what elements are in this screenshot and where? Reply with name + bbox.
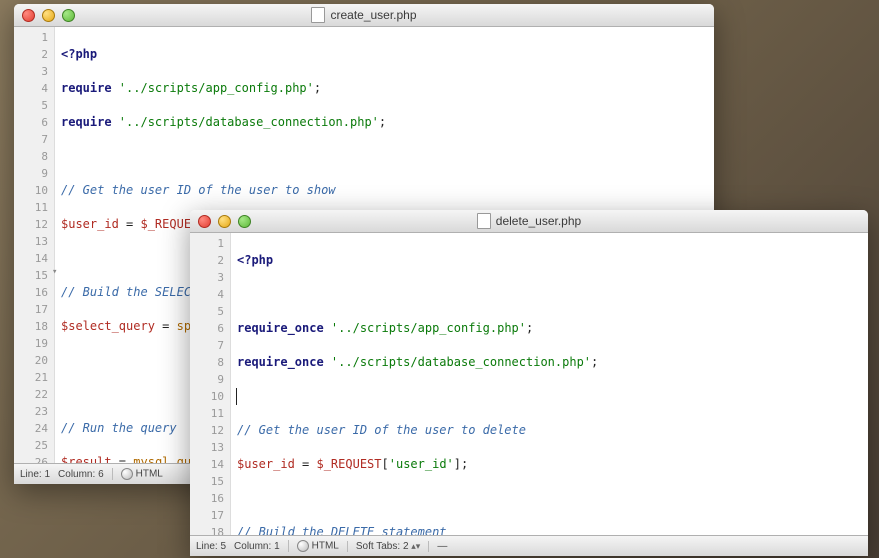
zoom-icon[interactable]	[62, 9, 75, 22]
fold-marker-icon[interactable]: ▾	[52, 267, 62, 277]
code-content[interactable]: <?php require_once '../scripts/app_confi…	[231, 233, 868, 535]
cursor-column: Column: 6	[58, 469, 104, 480]
window-delete-user[interactable]: delete_user.php 123456789101112131415161…	[190, 210, 868, 556]
window-title-text: delete_user.php	[496, 214, 581, 228]
file-icon	[477, 213, 491, 229]
window-title: create_user.php	[22, 7, 706, 23]
cursor-column: Column: 1	[234, 541, 280, 552]
traffic-lights	[22, 9, 75, 22]
close-icon[interactable]	[198, 215, 211, 228]
cursor-line: Line: 5	[196, 541, 226, 552]
cursor-line: Line: 1	[20, 469, 50, 480]
line-gutter: 1234567891011121314151617181920212223242…	[14, 27, 55, 463]
window-title: delete_user.php	[198, 213, 860, 229]
minimize-icon[interactable]	[42, 9, 55, 22]
language-selector[interactable]: HTML	[112, 468, 163, 480]
file-icon	[311, 7, 325, 23]
soft-tabs-selector[interactable]: Soft Tabs: 2 ▴▾	[347, 541, 420, 552]
globe-icon	[297, 540, 309, 552]
status-dash: —	[428, 541, 447, 552]
line-gutter: 123456789101112131415161718	[190, 233, 231, 535]
minimize-icon[interactable]	[218, 215, 231, 228]
statusbar: Line: 5 Column: 1 HTML Soft Tabs: 2 ▴▾ —	[190, 535, 868, 556]
editor-area[interactable]: 123456789101112131415161718 <?php requir…	[190, 233, 868, 535]
zoom-icon[interactable]	[238, 215, 251, 228]
window-title-text: create_user.php	[330, 8, 416, 22]
titlebar[interactable]: create_user.php	[14, 4, 714, 27]
language-selector[interactable]: HTML	[288, 540, 339, 552]
titlebar[interactable]: delete_user.php	[190, 210, 868, 233]
close-icon[interactable]	[22, 9, 35, 22]
globe-icon	[121, 468, 133, 480]
stepper-icon[interactable]: ▴▾	[411, 541, 420, 551]
traffic-lights	[198, 215, 251, 228]
